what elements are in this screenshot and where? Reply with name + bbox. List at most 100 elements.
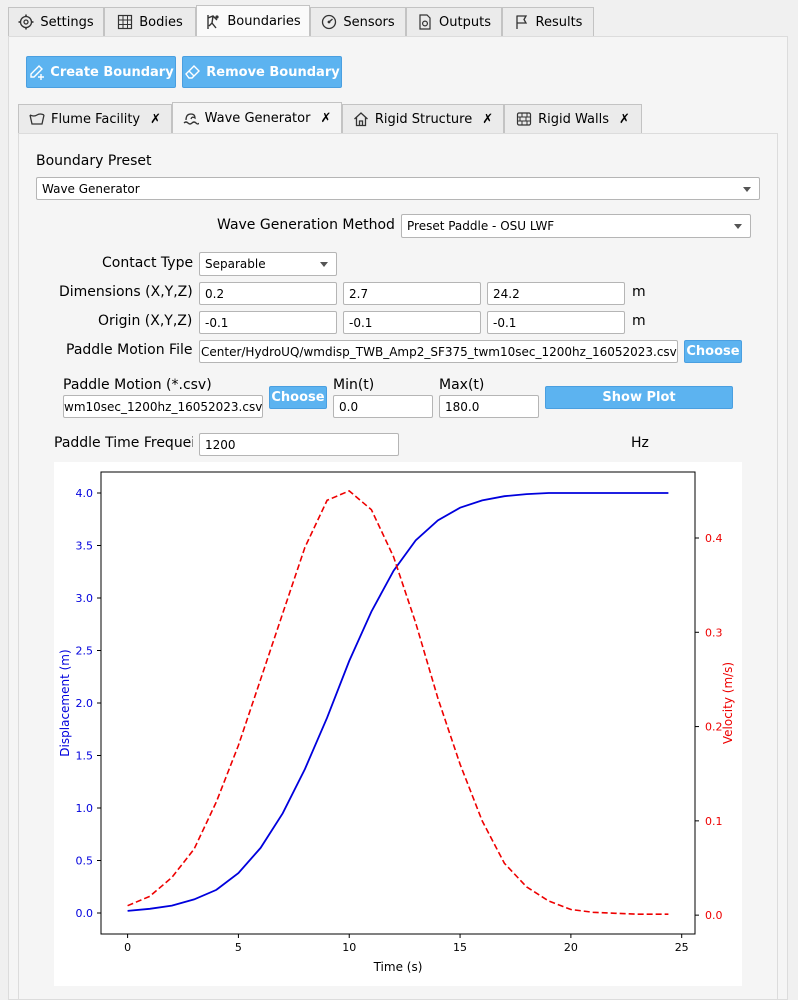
tab-results[interactable]: Results — [502, 7, 594, 36]
paddle-csv-input[interactable]: wm10sec_1200hz_16052023.csv — [63, 395, 263, 418]
paddle-csv-value: wm10sec_1200hz_16052023.csv — [64, 399, 263, 414]
y-tick-label: 0.0 — [76, 907, 94, 920]
origin-unit: m — [632, 313, 646, 329]
wave-method-select[interactable]: Preset Paddle - OSU LWF — [401, 214, 751, 238]
choose-file-button[interactable]: Choose — [684, 340, 742, 363]
mint-value: 0.0 — [339, 399, 359, 414]
y-tick-label: 0.5 — [76, 855, 94, 868]
mint-input[interactable]: 0.0 — [333, 395, 433, 418]
origin-label: Origin (X,Y,Z) — [98, 313, 193, 329]
paddle-frequency-value: 1200 — [205, 437, 236, 452]
chevron-down-icon — [734, 224, 742, 229]
wall-icon — [516, 112, 532, 126]
chevron-down-icon — [320, 262, 328, 267]
boundary-preset-label: Boundary Preset — [36, 153, 152, 169]
y-tick-label: 1.0 — [76, 802, 94, 815]
contact-type-select[interactable]: Separable — [199, 252, 337, 276]
origin-z-value: -0.1 — [493, 315, 517, 330]
paddle-file-input[interactable]: Center/HydroUQ/wmdisp_TWB_Amp2_SF375_twm… — [199, 340, 678, 363]
flag-icon — [515, 15, 527, 29]
tab-bodies-label: Bodies — [139, 14, 183, 30]
paddle-file-value: Center/HydroUQ/wmdisp_TWB_Amp2_SF375_twm… — [201, 344, 677, 359]
mint-label: Min(t) — [333, 377, 375, 393]
y2-tick-label: 0.2 — [705, 721, 723, 734]
tab-outputs-label: Outputs — [439, 14, 491, 30]
close-icon[interactable]: ✗ — [482, 112, 493, 127]
y-tick-label: 4.0 — [76, 487, 94, 500]
wave-method-label: Wave Generation Method — [217, 217, 395, 233]
tab-rigid-walls[interactable]: Rigid Walls ✗ — [504, 104, 642, 133]
y-tick-label: 3.0 — [76, 592, 94, 605]
grid-icon — [118, 14, 133, 30]
tab-boundaries[interactable]: Boundaries — [196, 5, 310, 37]
create-boundary-label: Create Boundary — [50, 64, 174, 80]
choose-csv-label: Choose — [271, 390, 325, 405]
dimensions-unit: m — [632, 284, 646, 300]
y-tick-label: 3.5 — [76, 540, 94, 553]
displacement-series-line — [127, 492, 669, 912]
show-plot-label: Show Plot — [602, 390, 676, 405]
tab-wave-generator[interactable]: Wave Generator ✗ — [172, 102, 342, 134]
house-icon — [353, 112, 368, 127]
contact-type-value: Separable — [205, 257, 266, 271]
gear-icon — [18, 14, 34, 30]
close-icon[interactable]: ✗ — [150, 112, 161, 127]
close-icon[interactable]: ✗ — [619, 112, 630, 127]
x-tick-label: 5 — [235, 941, 242, 954]
origin-y-value: -0.1 — [349, 315, 373, 330]
tab-settings[interactable]: Settings — [8, 7, 104, 36]
origin-z-input[interactable]: -0.1 — [487, 311, 625, 334]
dimension-x-input[interactable]: 0.2 — [199, 282, 337, 305]
gauge-icon — [322, 14, 337, 30]
paddle-frequency-input[interactable]: 1200 — [199, 433, 399, 456]
x-tick-label: 20 — [564, 941, 578, 954]
dimension-z-value: 24.2 — [493, 286, 520, 301]
x-tick-label: 15 — [453, 941, 467, 954]
contact-type-label: Contact Type — [102, 255, 194, 271]
tab-rigid-structure[interactable]: Rigid Structure ✗ — [342, 104, 504, 133]
show-plot-button[interactable]: Show Plot — [545, 386, 733, 409]
plot-frame — [100, 471, 696, 935]
tab-boundaries-label: Boundaries — [227, 14, 301, 29]
paddle-file-label: Paddle Motion File — [66, 342, 193, 358]
tab-results-label: Results — [535, 14, 583, 30]
tab-rigid-walls-label: Rigid Walls — [538, 111, 609, 127]
boundary-preset-select[interactable]: Wave Generator — [36, 177, 760, 200]
create-boundary-button[interactable]: Create Boundary — [26, 56, 176, 88]
origin-x-value: -0.1 — [205, 315, 229, 330]
wave-method-value: Preset Paddle - OSU LWF — [407, 219, 555, 233]
maxt-input[interactable]: 180.0 — [439, 395, 539, 418]
y2-tick-label: 0.4 — [705, 532, 723, 545]
dimensions-label: Dimensions (X,Y,Z) — [59, 284, 193, 300]
y-tick-label: 2.0 — [76, 697, 94, 710]
pencil-plus-icon — [30, 65, 45, 80]
dimension-y-value: 2.7 — [349, 286, 369, 301]
tab-bodies[interactable]: Bodies — [104, 7, 196, 36]
wave-icon — [183, 112, 199, 125]
chart-svg: 0 5 10 15 20 25 0.0 0.5 1.0 1.5 2.0 2.5 3.0 3.5 4.0 0.0… — [58, 471, 735, 974]
file-gear-icon — [419, 14, 431, 30]
y-tick-label: 1.5 — [76, 750, 94, 763]
tab-sensors[interactable]: Sensors — [310, 7, 406, 36]
close-icon[interactable]: ✗ — [320, 111, 331, 126]
y2-axis-label: Velocity (m/s) — [721, 662, 735, 744]
tab-outputs[interactable]: Outputs — [406, 7, 502, 36]
maxt-value: 180.0 — [445, 399, 480, 414]
y2-tick-label: 0.3 — [705, 626, 723, 639]
origin-y-input[interactable]: -0.1 — [343, 311, 481, 334]
remove-boundary-button[interactable]: Remove Boundary — [182, 56, 342, 88]
choose-csv-button[interactable]: Choose — [269, 386, 327, 409]
dimension-z-input[interactable]: 24.2 — [487, 282, 625, 305]
dimension-y-input[interactable]: 2.7 — [343, 282, 481, 305]
origin-x-input[interactable]: -0.1 — [199, 311, 337, 334]
chevron-down-icon — [743, 186, 751, 192]
y-axis-label: Displacement (m) — [58, 649, 72, 756]
frequency-unit: Hz — [631, 435, 649, 451]
choose-file-label: Choose — [686, 344, 740, 359]
velocity-series-line — [127, 489, 669, 915]
paddle-motion-chart: 0 5 10 15 20 25 0.0 0.5 1.0 1.5 2.0 2.5 3.0 3.5 4.0 0.0… — [54, 462, 742, 986]
tab-rigid-structure-label: Rigid Structure — [374, 111, 473, 127]
tab-flume-facility[interactable]: Flume Facility ✗ — [18, 104, 172, 133]
x-axis-label: Time (s) — [373, 960, 423, 974]
boundary-preset-value: Wave Generator — [42, 181, 140, 196]
